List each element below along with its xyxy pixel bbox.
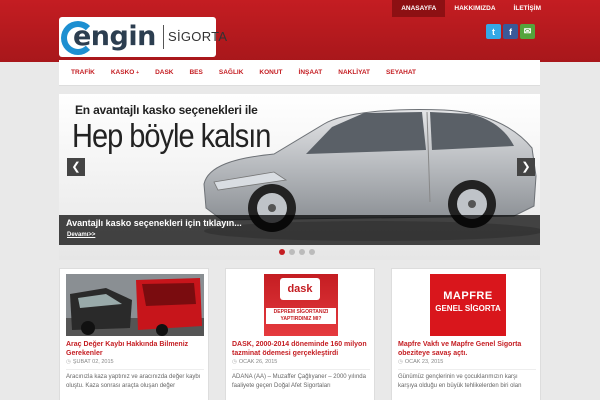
- slide-caption: Avantajlı kasko seçenekleri için tıklayı…: [59, 215, 540, 245]
- top-nav: ANASAYFA HAKKIMIZDA İLETİŞİM: [392, 0, 550, 17]
- dask-logo: dask: [280, 278, 320, 300]
- post-card: Araç Değer Kaybı Hakkında Bilmeniz Gerek…: [59, 268, 209, 400]
- post-date: ◷ ŞUBAT 02, 2015: [66, 359, 114, 365]
- slide-headline-big: Hep böyle kalsın: [72, 118, 271, 155]
- slider-dot[interactable]: [279, 249, 285, 255]
- nav-item-konut[interactable]: KONUT: [251, 60, 290, 86]
- top-nav-contact[interactable]: İLETİŞİM: [505, 0, 550, 17]
- mapfre-logo-line1: MAPFRE: [443, 290, 493, 302]
- top-nav-about[interactable]: HAKKIMIZDA: [445, 0, 504, 17]
- dask-banner: dask DEPREM SİGORTANIZI YAPTIRDINIZ MI?: [264, 274, 338, 336]
- divider: [398, 369, 536, 370]
- facebook-icon[interactable]: f: [503, 24, 518, 39]
- nav-item-kasko-label: KASKO: [110, 68, 135, 76]
- top-nav-home[interactable]: ANASAYFA: [392, 0, 446, 17]
- nav-item-nakliyat[interactable]: NAKLİYAT: [330, 60, 378, 86]
- mapfre-logo: MAPFRE GENEL SİGORTA: [430, 274, 506, 336]
- twitter-icon[interactable]: t: [486, 24, 501, 39]
- post-date-text: ŞUBAT 02, 2015: [72, 359, 114, 365]
- mapfre-logo-line2: GENEL SİGORTA: [435, 304, 501, 313]
- nav-item-trafik[interactable]: TRAFİK: [63, 60, 103, 86]
- slider-dot[interactable]: [309, 249, 315, 255]
- divider: [232, 369, 370, 370]
- post-date: ◷ OCAK 26, 2015: [232, 359, 277, 365]
- post-date-text: OCAK 23, 2015: [404, 359, 444, 365]
- hero-slider[interactable]: En avantajlı kasko seçenekleri ile Hep b…: [59, 94, 540, 260]
- post-thumbnail-crashed-cars[interactable]: [66, 274, 204, 336]
- post-card: MAPFRE GENEL SİGORTA Mapfre Vakfı ve Map…: [391, 268, 541, 400]
- post-thumbnail-mapfre[interactable]: MAPFRE GENEL SİGORTA: [398, 274, 536, 336]
- logo-divider: [163, 25, 164, 49]
- nav-item-dask[interactable]: DASK: [147, 60, 181, 86]
- dask-banner-text: DEPREM SİGORTANIZI YAPTIRDINIZ MI?: [266, 308, 336, 324]
- post-thumbnail-dask[interactable]: dask DEPREM SİGORTANIZI YAPTIRDINIZ MI?: [232, 274, 370, 336]
- social-links: t f ✉: [486, 24, 535, 39]
- nav-item-saglik[interactable]: SAĞLIK: [211, 60, 252, 86]
- post-excerpt: Günümüz gençlerinin ve çocuklarımızın ka…: [398, 374, 522, 389]
- slider-dot[interactable]: [299, 249, 305, 255]
- post-title[interactable]: Mapfre Vakfı ve Mapfre Genel Sigorta obe…: [398, 340, 538, 358]
- post-title[interactable]: DASK, 2000-2014 döneminde 160 milyon taz…: [232, 340, 372, 358]
- nav-item-seyahat[interactable]: SEYAHAT: [378, 60, 424, 86]
- clock-icon: ◷: [232, 359, 237, 365]
- slider-next-button[interactable]: ❯: [517, 158, 535, 176]
- dropdown-plus-icon: +: [136, 69, 140, 76]
- nav-item-bes[interactable]: BES: [181, 60, 210, 86]
- clock-icon: ◷: [398, 359, 403, 365]
- post-date-text: OCAK 26, 2015: [238, 359, 278, 365]
- mail-icon[interactable]: ✉: [520, 24, 535, 39]
- post-excerpt: ADANA (AA) – Muzaffer Çağlıyaner – 2000 …: [232, 374, 366, 389]
- nav-item-insaat[interactable]: İNŞAAT: [291, 60, 331, 86]
- slider-dot[interactable]: [289, 249, 295, 255]
- clock-icon: ◷: [66, 359, 71, 365]
- slide-caption-title[interactable]: Avantajlı kasko seçenekleri için tıklayı…: [66, 218, 242, 228]
- logo-suffix: SİGORTA: [168, 29, 228, 44]
- slider-pagination: [279, 249, 315, 255]
- post-card: dask DEPREM SİGORTANIZI YAPTIRDINIZ MI? …: [225, 268, 375, 400]
- main-nav: TRAFİK KASKO + DASK BES SAĞLIK KONUT İNŞ…: [59, 60, 540, 86]
- logo-brand: engin: [73, 21, 156, 52]
- slide-more-link[interactable]: Devamı>>: [67, 232, 95, 238]
- divider: [66, 369, 204, 370]
- post-excerpt: Aracınızla kaza yaptınız ve aracınızda d…: [66, 374, 201, 389]
- post-title[interactable]: Araç Değer Kaybı Hakkında Bilmeniz Gerek…: [66, 340, 206, 358]
- nav-item-kasko[interactable]: KASKO +: [103, 60, 147, 86]
- slider-prev-button[interactable]: ❮: [67, 158, 85, 176]
- slide-headline-small: En avantajlı kasko seçenekleri ile: [75, 103, 258, 117]
- site-logo[interactable]: engin SİGORTA: [59, 17, 227, 57]
- post-date: ◷ OCAK 23, 2015: [398, 359, 443, 365]
